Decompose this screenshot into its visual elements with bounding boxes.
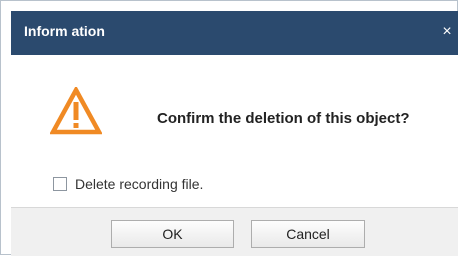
- checkbox-box[interactable]: [53, 177, 67, 191]
- confirm-dialog: Inform ation × Confirm the deletion of t…: [0, 0, 458, 256]
- dialog-footer: OK Cancel: [11, 207, 458, 256]
- warning-triangle-icon: [50, 87, 102, 135]
- cancel-button[interactable]: Cancel: [251, 220, 365, 248]
- ok-button[interactable]: OK: [111, 220, 234, 248]
- checkbox-label[interactable]: Delete recording file.: [75, 176, 203, 192]
- dialog-titlebar[interactable]: Inform ation ×: [11, 11, 458, 55]
- dialog-body: Confirm the deletion of this object? Del…: [11, 55, 458, 207]
- delete-recording-checkbox[interactable]: Delete recording file.: [53, 175, 203, 193]
- confirmation-message: Confirm the deletion of this object?: [157, 110, 410, 127]
- close-icon[interactable]: ×: [437, 21, 457, 43]
- dialog-title: Inform ation: [24, 23, 105, 39]
